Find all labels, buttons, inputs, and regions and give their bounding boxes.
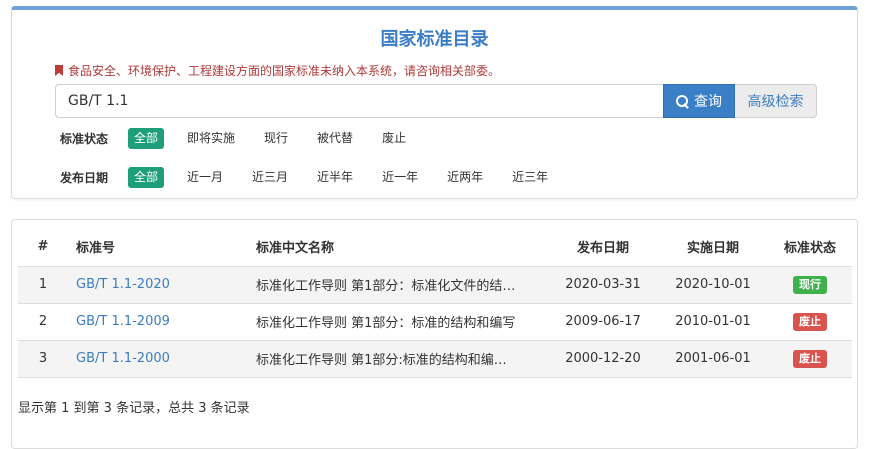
- advanced-search-button[interactable]: 高级检索: [735, 84, 817, 118]
- date-chip-2y[interactable]: 近两年: [441, 167, 489, 188]
- row-index: 3: [18, 340, 68, 378]
- date-chip-1m[interactable]: 近一月: [181, 167, 229, 188]
- col-header-name[interactable]: 标准中文名称: [248, 228, 548, 267]
- date-chip-1y[interactable]: 近一年: [376, 167, 424, 188]
- table-row: 1 GB/T 1.1-2020 标准化工作导则 第1部分：标准化文件的结… 20…: [18, 266, 852, 304]
- row-implement-date: 2020-10-01: [658, 266, 768, 304]
- bookmark-icon: [55, 65, 63, 76]
- col-header-status[interactable]: 标准状态: [768, 228, 852, 267]
- row-code: GB/T 1.1-2009: [68, 303, 248, 341]
- table-row: 2 GB/T 1.1-2009 标准化工作导则 第1部分：标准的结构和编写 20…: [18, 303, 852, 341]
- col-header-publish-date[interactable]: 发布日期: [548, 228, 658, 267]
- table-row: 3 GB/T 1.1-2000 标准化工作导则 第1部分:标准的结构和编… 20…: [18, 340, 852, 378]
- status-badge: 废止: [793, 349, 827, 368]
- notice-label: 食品安全、环境保护、工程建设方面的国家标准未纳入本系统，请咨询相关部委。: [68, 64, 501, 78]
- status-chip-current[interactable]: 现行: [258, 128, 294, 149]
- status-chip-upcoming[interactable]: 即将实施: [181, 128, 241, 149]
- row-publish-date: 2020-03-31: [548, 266, 658, 304]
- status-chip-all[interactable]: 全部: [128, 128, 165, 149]
- row-status: 废止: [768, 340, 852, 378]
- date-chip-6m[interactable]: 近半年: [311, 167, 359, 188]
- col-header-code[interactable]: 标准号: [68, 228, 248, 267]
- row-implement-date: 2001-06-01: [658, 340, 768, 378]
- standard-code-link[interactable]: GB/T 1.1-2020: [76, 277, 170, 292]
- table-header-row: # 标准号 标准中文名称 发布日期 实施日期 标准状态: [18, 228, 852, 267]
- results-table: # 标准号 标准中文名称 发布日期 实施日期 标准状态 1 GB/T 1.1-2…: [18, 228, 852, 378]
- row-name: 标准化工作导则 第1部分：标准化文件的结…: [248, 266, 548, 304]
- status-badge: 现行: [793, 275, 827, 294]
- date-chip-all[interactable]: 全部: [128, 167, 165, 188]
- row-code: GB/T 1.1-2020: [68, 266, 248, 304]
- date-filter-label: 发布日期: [60, 171, 109, 185]
- notice-text: 食品安全、环境保护、工程建设方面的国家标准未纳入本系统，请咨询相关部委。: [55, 62, 500, 79]
- page-title: 国家标准目录: [380, 29, 489, 50]
- row-index: 1: [18, 266, 68, 304]
- row-publish-date: 2000-12-20: [548, 340, 658, 378]
- row-code: GB/T 1.1-2000: [68, 340, 248, 378]
- date-chip-3y[interactable]: 近三年: [506, 167, 554, 188]
- status-chip-replaced[interactable]: 被代替: [311, 128, 359, 149]
- status-filter: 标准状态 全部 即将实施 现行 被代替 废止: [60, 128, 429, 149]
- results-panel: # 标准号 标准中文名称 发布日期 实施日期 标准状态 1 GB/T 1.1-2…: [11, 219, 858, 449]
- row-name: 标准化工作导则 第1部分:标准的结构和编…: [248, 340, 548, 378]
- date-chip-3m[interactable]: 近三月: [246, 167, 294, 188]
- row-status: 现行: [768, 266, 852, 304]
- standard-code-link[interactable]: GB/T 1.1-2000: [76, 351, 170, 366]
- status-filter-label: 标准状态: [60, 132, 109, 146]
- search-button-label: 查询: [694, 94, 722, 110]
- col-header-implement-date[interactable]: 实施日期: [658, 228, 768, 267]
- search-bar: 查询 高级检索: [55, 84, 817, 118]
- search-icon: [676, 94, 689, 108]
- status-chip-abolished[interactable]: 废止: [376, 128, 412, 149]
- date-filter: 发布日期 全部 近一月 近三月 近半年 近一年 近两年 近三年: [60, 167, 571, 188]
- row-implement-date: 2010-01-01: [658, 303, 768, 341]
- col-header-index[interactable]: #: [18, 228, 68, 267]
- search-panel: 国家标准目录 食品安全、环境保护、工程建设方面的国家标准未纳入本系统，请咨询相关…: [11, 6, 858, 199]
- row-index: 2: [18, 303, 68, 341]
- standard-code-link[interactable]: GB/T 1.1-2009: [76, 314, 170, 329]
- pagination-summary: 显示第 1 到第 3 条记录，总共 3 条记录: [18, 401, 250, 416]
- search-input[interactable]: [55, 84, 663, 118]
- row-publish-date: 2009-06-17: [548, 303, 658, 341]
- search-button[interactable]: 查询: [663, 84, 735, 118]
- row-status: 废止: [768, 303, 852, 341]
- row-name: 标准化工作导则 第1部分：标准的结构和编写: [248, 303, 548, 341]
- status-badge: 废止: [793, 312, 827, 331]
